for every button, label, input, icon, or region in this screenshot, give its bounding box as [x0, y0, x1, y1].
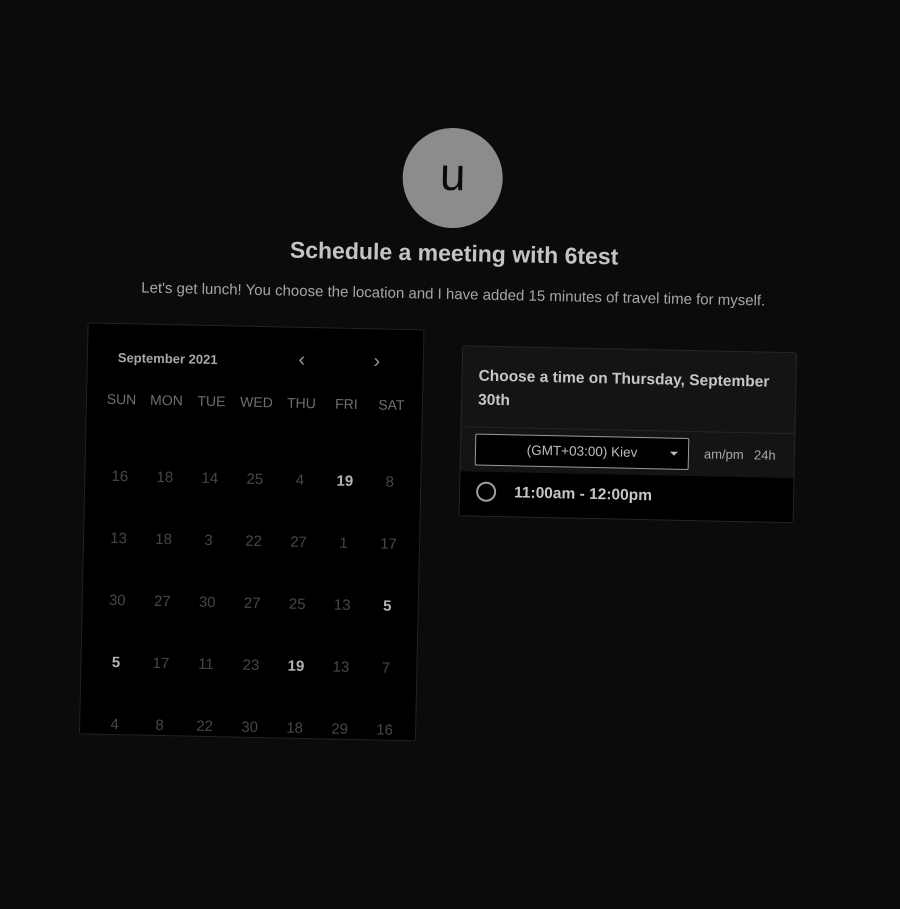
calendar-day: 13 — [332, 658, 350, 676]
calendar-day: 16 — [376, 721, 394, 739]
time-panel: Choose a time on Thursday, September 30t… — [458, 345, 798, 524]
day-of-week-header: TUE — [197, 392, 226, 410]
calendar-day: 25 — [288, 595, 306, 614]
calendar-day-available[interactable]: 19 — [322, 450, 368, 513]
calendar-day: 30 — [241, 718, 259, 737]
calendar-day: 13 — [110, 529, 128, 548]
day-of-week-header: THU — [286, 394, 317, 412]
day-of-week-header: MON — [149, 391, 183, 409]
chevron-right-icon: › — [373, 350, 381, 373]
calendar-day: 29 — [331, 720, 349, 738]
calendar-day-available[interactable]: 5 — [93, 632, 139, 695]
calendar-day: 17 — [152, 654, 170, 673]
next-month-button[interactable]: › — [363, 347, 392, 376]
format-ampm-toggle[interactable]: am/pm — [704, 446, 744, 462]
calendar-day: 11 — [197, 655, 214, 674]
calendar-day: 8 — [155, 716, 165, 735]
calendar-day: 22 — [196, 717, 214, 736]
radio-icon[interactable] — [475, 481, 497, 502]
calendar-day: 18 — [286, 719, 304, 737]
calendar-day: 8 — [385, 473, 395, 491]
day-of-week-header: SAT — [378, 396, 405, 414]
calendar-day: 4 — [110, 715, 120, 734]
page-title: Schedule a meeting with 6test — [289, 236, 619, 270]
timezone-value: (GMT+03:00) Kiev — [526, 442, 638, 460]
calendar-day: 30 — [198, 593, 216, 612]
timezone-row: (GMT+03:00) Kiev am/pm 24h — [461, 427, 795, 478]
calendar: September 2021 ‹ › SUN MON TUE WED THU FRI SAT… — [78, 322, 425, 742]
timezone-select[interactable]: (GMT+03:00) Kiev — [474, 433, 690, 471]
calendar-day: 23 — [242, 656, 260, 675]
scheduling-page: u Schedule a meeting with 6test Let's ge… — [0, 0, 900, 909]
chevron-left-icon: ‹ — [298, 348, 306, 371]
caret-down-icon — [669, 451, 679, 456]
calendar-day: 27 — [153, 592, 171, 611]
calendar-day-available[interactable]: 5 — [364, 575, 410, 638]
format-24h-toggle[interactable]: 24h — [754, 447, 776, 462]
calendar-day: 3 — [204, 531, 213, 550]
avatar-initial: u — [439, 147, 467, 201]
calendar-day: 18 — [156, 468, 174, 487]
calendar-day: 25 — [246, 470, 264, 489]
calendar-day: 17 — [379, 535, 398, 553]
calendar-month-label: September 2021 — [117, 350, 218, 368]
page-subtitle: Let's get lunch! You choose the location… — [141, 279, 766, 310]
avatar: u — [401, 126, 504, 230]
time-slot-label: 11:00am - 12:00pm — [513, 484, 653, 505]
time-slot[interactable]: 11:00am - 12:00pm — [459, 471, 794, 523]
calendar-day: 27 — [290, 533, 308, 552]
calendar-day: 18 — [155, 530, 173, 549]
day-of-week-header: SUN — [106, 390, 137, 408]
day-of-week-header: FRI — [334, 395, 358, 413]
calendar-grid: SUN MON TUE WED THU FRI SAT 16 18 14 25 4 19 8 13 18 3 22… — [92, 384, 415, 763]
calendar-day: 1 — [339, 534, 348, 552]
calendar-day: 4 — [295, 471, 305, 489]
calendar-day: 27 — [243, 594, 261, 613]
time-panel-heading: Choose a time on Thursday, September 30t… — [461, 346, 797, 435]
calendar-day: 30 — [108, 591, 126, 610]
calendar-day: 7 — [381, 659, 391, 677]
calendar-day: 16 — [111, 467, 129, 486]
calendar-day-available[interactable]: 19 — [273, 635, 319, 698]
calendar-day: 22 — [245, 532, 263, 551]
calendar-day: 14 — [201, 469, 219, 488]
calendar-day: 13 — [333, 596, 351, 614]
day-of-week-header: WED — [239, 393, 273, 411]
previous-month-button[interactable]: ‹ — [288, 346, 317, 375]
